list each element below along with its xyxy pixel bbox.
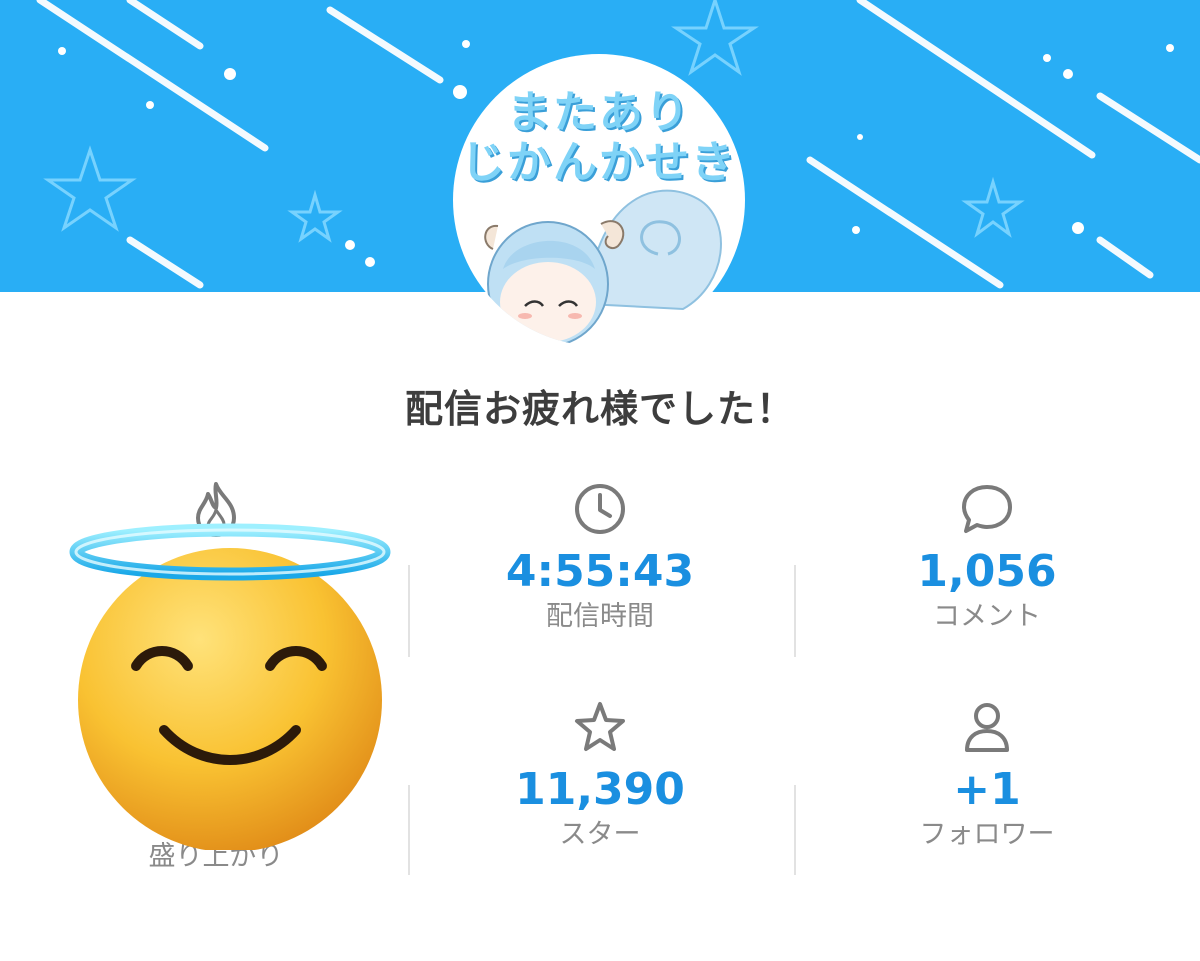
duration-value: 4:55:43 [505,546,695,597]
clock-icon [575,484,625,534]
speech-bubble-icon [962,485,1012,533]
stars-label: スター [559,819,641,850]
followers-value: +1 [953,764,1021,815]
comments-label: コメント [933,601,1041,632]
page-title: 配信お疲れ様でした！ [404,387,795,431]
duration-label: 配信時間 [546,601,654,632]
stars-value: 11,390 [515,764,685,815]
stat-comments: 1,056 コメント [807,482,1167,634]
stat-followers: +1 フォロワー [807,700,1167,852]
comments-value: 1,056 [917,546,1057,597]
followers-label: フォロワー [919,819,1055,850]
smiling-face-with-halo-icon [60,520,400,854]
column-divider [408,785,410,875]
stat-duration: 4:55:43 配信時間 [420,482,780,634]
avatar-title-line2: じかんかせき [461,137,737,188]
avatar[interactable]: またあり じかんかせき [453,54,745,346]
person-icon [965,703,1009,752]
star-icon [575,702,625,751]
column-divider [794,785,796,875]
column-divider [794,565,796,657]
stat-stars: 11,390 スター [420,700,780,852]
column-divider [408,565,410,657]
